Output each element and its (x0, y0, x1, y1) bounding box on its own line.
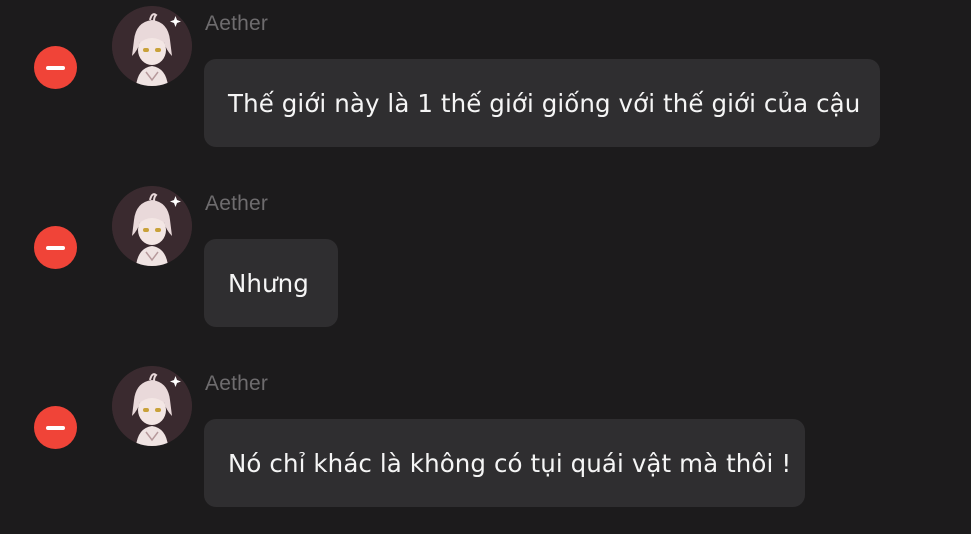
remove-message-button[interactable] (34, 226, 77, 269)
remove-message-button[interactable] (34, 46, 77, 89)
message-bubble[interactable]: Nó chỉ khác là không có tụi quái vật mà … (204, 419, 805, 507)
avatar[interactable] (112, 186, 192, 266)
message-row: Aether Thế giới này là 1 thế giới giống … (0, 0, 971, 150)
message-bubble[interactable]: Thế giới này là 1 thế giới giống với thế… (204, 59, 880, 147)
author-name: Aether (205, 12, 269, 35)
character-avatar-icon (112, 366, 192, 446)
character-avatar-icon (112, 186, 192, 266)
message-row: Aether Nó chỉ khác là không có tụi quái … (0, 360, 971, 510)
author-name: Aether (205, 372, 269, 395)
message-text: Nhưng (228, 268, 309, 298)
minus-icon (46, 245, 65, 250)
remove-message-button[interactable] (34, 406, 77, 449)
minus-icon (46, 65, 65, 70)
chat-message-list: Aether Thế giới này là 1 thế giới giống … (0, 0, 971, 534)
avatar[interactable] (112, 366, 192, 446)
message-text: Thế giới này là 1 thế giới giống với thế… (228, 88, 861, 118)
avatar[interactable] (112, 6, 192, 86)
character-avatar-icon (112, 6, 192, 86)
author-name: Aether (205, 192, 269, 215)
message-text: Nó chỉ khác là không có tụi quái vật mà … (228, 448, 792, 478)
minus-icon (46, 425, 65, 430)
message-row: Aether Nhưng (0, 180, 971, 330)
message-bubble[interactable]: Nhưng (204, 239, 338, 327)
